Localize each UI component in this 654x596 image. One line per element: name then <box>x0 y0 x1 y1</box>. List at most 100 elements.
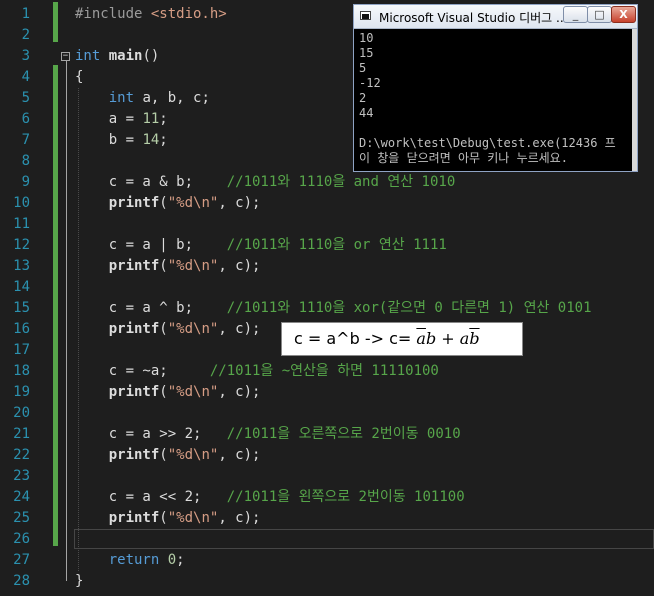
code-token: , c); <box>218 195 261 211</box>
formula-a-bar: a <box>416 329 426 348</box>
code-token: , c); <box>218 321 261 337</box>
code-token: printf <box>108 510 160 526</box>
line-number: 18 <box>13 363 30 379</box>
code-line[interactable]: printf("%d\n", c); <box>75 445 261 466</box>
line-number: 5 <box>21 90 30 106</box>
code-token: "%d\n" <box>167 195 219 211</box>
code-token: () <box>142 48 160 64</box>
line-number: 14 <box>13 279 30 295</box>
code-token: { <box>75 69 84 85</box>
maximize-button[interactable]: □ <box>587 6 612 23</box>
change-indicator-bar <box>53 65 58 546</box>
code-line[interactable]: #include <stdio.h> <box>75 4 227 25</box>
code-token: printf <box>108 258 160 274</box>
code-line[interactable]: c = a ^ b; //1011와 1110을 xor(같으면 0 다른면 1… <box>75 298 592 319</box>
code-line[interactable]: return 0; <box>75 550 185 571</box>
console-title-bar[interactable]: Microsoft Visual Studio 디버그 ... _ □ X <box>354 5 637 29</box>
line-number: 11 <box>13 216 30 232</box>
code-line[interactable]: printf("%d\n", c); <box>75 256 261 277</box>
console-title: Microsoft Visual Studio 디버그 ... <box>379 11 568 25</box>
code-token: } <box>75 573 84 589</box>
line-number: 20 <box>13 405 30 421</box>
line-number: 13 <box>13 258 30 274</box>
code-token: c = ~a; <box>75 363 210 379</box>
code-token: printf <box>108 195 160 211</box>
code-token: ( <box>159 447 168 463</box>
line-number: 4 <box>21 69 30 85</box>
code-line[interactable]: b = 14; <box>75 130 168 151</box>
formula-b: b <box>425 329 437 348</box>
code-token: //1011와 1110을 xor(같으면 0 다른면 1) 연산 0101 <box>226 300 592 316</box>
code-token: "%d\n" <box>167 384 219 400</box>
code-token: a, b, c; <box>134 90 210 106</box>
code-token: //1011와 1110을 or 연산 1111 <box>226 237 447 253</box>
code-line[interactable]: int main() <box>75 46 159 67</box>
close-button[interactable]: X <box>611 6 636 23</box>
code-line[interactable]: } <box>75 571 83 592</box>
code-line[interactable]: printf("%d\n", c); <box>75 193 261 214</box>
code-token: "%d\n" <box>167 321 219 337</box>
code-line[interactable]: printf("%d\n", c); <box>75 508 261 529</box>
formula-plus: + <box>436 329 460 348</box>
console-scrollbar[interactable] <box>632 29 637 171</box>
code-token: c = a << 2; <box>75 489 227 505</box>
code-token: , c); <box>218 258 261 274</box>
code-token: a = <box>75 111 143 127</box>
code-line[interactable]: printf("%d\n", c); <box>75 319 261 340</box>
console-output: 10 15 5 -12 2 44 D:\work\test\Debug\test… <box>359 31 616 165</box>
code-token: ( <box>159 510 168 526</box>
line-number: 19 <box>13 384 30 400</box>
code-line[interactable]: c = a << 2; //1011을 왼쪽으로 2번이동 101100 <box>75 487 465 508</box>
line-number: 26 <box>13 531 30 547</box>
code-token: ( <box>159 384 168 400</box>
line-number: 3 <box>21 48 30 64</box>
code-token: ; <box>159 111 168 127</box>
code-token: ; <box>159 132 168 148</box>
line-number: 9 <box>21 174 30 190</box>
code-line[interactable]: c = a & b; //1011와 1110을 and 연산 1010 <box>75 172 456 193</box>
collapse-toggle-icon[interactable]: − <box>61 52 70 61</box>
code-token: int <box>108 90 135 106</box>
code-token: "%d\n" <box>167 258 219 274</box>
formula-expression: ab + ab <box>416 329 479 348</box>
code-token: "%d\n" <box>167 447 219 463</box>
code-token: <stdio.h> <box>150 6 227 22</box>
code-line[interactable]: { <box>75 67 83 88</box>
code-line[interactable]: int a, b, c; <box>75 88 210 109</box>
code-token: 11 <box>142 111 160 127</box>
code-token: b = <box>75 132 143 148</box>
line-number: 25 <box>13 510 30 526</box>
line-number: 27 <box>13 552 30 568</box>
line-number: 2 <box>21 27 30 43</box>
code-line[interactable]: printf("%d\n", c); <box>75 382 261 403</box>
code-token: ( <box>159 321 168 337</box>
code-token: printf <box>108 321 160 337</box>
line-number: 1 <box>21 6 30 22</box>
code-token: //1011을 ~연산을 하면 11110100 <box>209 363 439 379</box>
code-token: ( <box>159 195 168 211</box>
xor-formula-annotation: c = a^b -> c= ab + ab <box>281 322 523 356</box>
line-number: 12 <box>13 237 30 253</box>
formula-a: a <box>459 329 470 348</box>
code-token: 0 <box>167 552 177 568</box>
code-line[interactable]: c = a >> 2; //1011을 오른쪽으로 2번이동 0010 <box>75 424 461 445</box>
code-line[interactable]: a = 11; <box>75 109 168 130</box>
current-line-highlight <box>74 529 654 549</box>
code-line[interactable]: c = a | b; //1011와 1110을 or 연산 1111 <box>75 235 447 256</box>
minimize-button[interactable]: _ <box>563 6 588 23</box>
code-token: , c); <box>218 384 261 400</box>
code-token: printf <box>108 447 160 463</box>
line-number: 28 <box>13 573 30 589</box>
fold-range-line <box>66 61 67 581</box>
code-token: ; <box>176 552 185 568</box>
code-line[interactable]: c = ~a; //1011을 ~연산을 하면 11110100 <box>75 361 439 382</box>
debug-console-window[interactable]: Microsoft Visual Studio 디버그 ... _ □ X 10… <box>353 4 638 172</box>
indent-guide <box>78 88 79 571</box>
line-number: 24 <box>13 489 30 505</box>
